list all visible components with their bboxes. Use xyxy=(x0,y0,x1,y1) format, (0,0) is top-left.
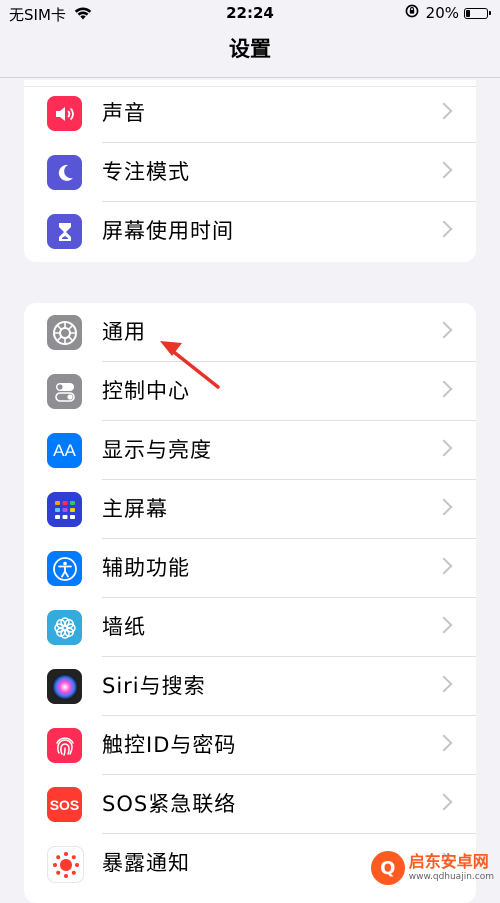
settings-row-accessibility[interactable]: 辅助功能 xyxy=(24,539,476,598)
settings-row-home-grid[interactable]: 主屏幕 xyxy=(24,480,476,539)
chevron-right-icon xyxy=(435,161,453,179)
hourglass-icon xyxy=(47,214,82,249)
chevron-right-icon xyxy=(435,102,453,120)
settings-row-label: SOS紧急联络 xyxy=(102,792,237,816)
chevron-right-icon xyxy=(435,439,453,457)
settings-row-text-size[interactable]: AA 显示与亮度 xyxy=(24,421,476,480)
settings-row-gear[interactable]: 通用 xyxy=(24,303,476,362)
fingerprint-icon xyxy=(47,728,82,763)
settings-row-toggles[interactable]: 控制中心 xyxy=(24,362,476,421)
chevron-right-icon xyxy=(435,220,453,238)
battery-icon xyxy=(464,7,491,19)
settings-row-speaker[interactable]: 声音 xyxy=(24,84,476,143)
watermark-logo: Q xyxy=(370,851,405,885)
settings-row-label: 辅助功能 xyxy=(102,556,190,580)
chevron-right-icon xyxy=(435,734,453,752)
sos-icon: SOS xyxy=(47,787,82,822)
settings-row-label: 声音 xyxy=(102,101,146,125)
nav-divider xyxy=(0,77,500,78)
gear-icon xyxy=(47,315,82,350)
settings-row-label: 主屏幕 xyxy=(102,497,168,521)
chevron-right-icon xyxy=(435,321,453,339)
chevron-right-icon xyxy=(435,380,453,398)
settings-row-label: 墙纸 xyxy=(102,615,146,639)
settings-row-label: 屏幕使用时间 xyxy=(102,219,234,243)
rotation-lock-icon xyxy=(405,4,419,22)
text-size-icon: AA xyxy=(47,433,82,468)
settings-row-label: 控制中心 xyxy=(102,379,190,403)
battery-percent: 20% xyxy=(425,4,459,22)
settings-row-label: Siri与搜索 xyxy=(102,674,206,698)
settings-row-label: 通用 xyxy=(102,320,146,344)
chevron-right-icon xyxy=(435,675,453,693)
chevron-right-icon xyxy=(435,616,453,634)
settings-row-hourglass[interactable]: 屏幕使用时间 xyxy=(24,202,476,261)
toggles-icon xyxy=(47,374,82,409)
accessibility-icon xyxy=(47,551,82,586)
page-title: 设置 xyxy=(229,37,271,61)
moon-icon xyxy=(47,155,82,190)
settings-row-label: 显示与亮度 xyxy=(102,438,212,462)
home-grid-icon xyxy=(47,492,82,527)
settings-row-siri[interactable]: Siri与搜索 xyxy=(24,657,476,716)
settings-row-fingerprint[interactable]: 触控ID与密码 xyxy=(24,716,476,775)
chevron-right-icon xyxy=(435,557,453,575)
watermark-url: www.qdhuajin.com xyxy=(408,872,494,882)
chevron-right-icon xyxy=(435,498,453,516)
settings-row-flower[interactable]: 墙纸 xyxy=(24,598,476,657)
settings-group-general: 通用 控制中心 AA 显示与亮度 主屏幕 辅助功能 墙纸 Siri与搜索 触控ID与密码 SOS S… xyxy=(24,303,476,903)
watermark: Q 启东安卓网 www.qdhuajin.com xyxy=(370,851,494,885)
settings-row-sos[interactable]: SOS SOS紧急联络 xyxy=(24,775,476,834)
siri-icon xyxy=(47,669,82,704)
flower-icon xyxy=(47,610,82,645)
settings-row-moon[interactable]: 专注模式 xyxy=(24,143,476,202)
status-bar: 无SIM卡 22:24 20% xyxy=(0,0,500,28)
settings-row-label: 触控ID与密码 xyxy=(102,733,237,757)
speaker-icon xyxy=(47,96,82,131)
settings-row-label: 暴露通知 xyxy=(102,851,190,875)
settings-row-label: 专注模式 xyxy=(102,160,190,184)
scrolled-row-edge xyxy=(24,80,476,87)
chevron-right-icon xyxy=(435,793,453,811)
settings-group-sound-focus: 声音专注模式屏幕使用时间 xyxy=(24,80,476,262)
watermark-name: 启东安卓网 xyxy=(408,852,489,871)
exposure-icon xyxy=(47,846,84,883)
